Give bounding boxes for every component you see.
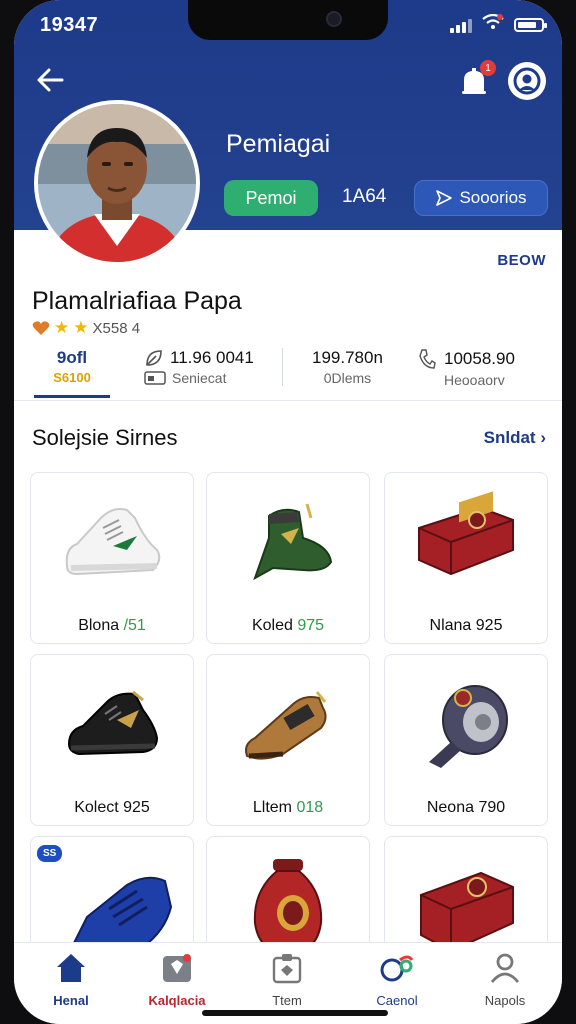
nav-label: Kalqlacia xyxy=(148,993,206,1008)
stat-label: Seniecat xyxy=(172,370,227,386)
signal-icon xyxy=(450,17,472,33)
product-card[interactable]: Lltem 018 xyxy=(206,654,370,826)
product-name: Kolect 925 xyxy=(31,799,193,817)
wifi-icon xyxy=(482,13,504,35)
primary-action-button[interactable]: Pemoi xyxy=(224,180,318,216)
heart-icon xyxy=(32,321,50,335)
product-name-text: Nlana 925 xyxy=(429,617,503,634)
back-button[interactable] xyxy=(32,62,68,98)
header-stat: 1A64 xyxy=(342,186,387,207)
product-tag: SS xyxy=(37,845,63,862)
link-icon xyxy=(352,951,442,985)
product-name: Koled 975 xyxy=(207,617,369,635)
green-boot-icon xyxy=(207,473,369,603)
nav-item-home[interactable]: Henal xyxy=(26,951,116,1008)
stat-item: 199.780n 0Dlems xyxy=(312,348,383,386)
product-name: Lltem 018 xyxy=(207,799,369,817)
product-card[interactable]: Koled 975 xyxy=(206,472,370,644)
black-boot-icon xyxy=(31,655,193,785)
screen: 19347 1 Pemiagai Pemoi 1A64 Sooorios BEO… xyxy=(14,0,562,1024)
nav-label: Henal xyxy=(53,993,89,1008)
star-icon: ★ xyxy=(54,318,70,337)
nav-label: Caenol xyxy=(376,993,418,1008)
home-indicator xyxy=(202,1010,388,1016)
product-code: /51 xyxy=(123,617,146,634)
active-tab-indicator xyxy=(34,395,110,398)
phone-icon xyxy=(419,349,436,369)
product-name: Neona 790 xyxy=(385,799,547,817)
share-button[interactable]: Sooorios xyxy=(414,180,548,216)
share-button-label: Sooorios xyxy=(459,188,527,207)
nav-label: Napols xyxy=(484,993,526,1008)
star-icon: ★ xyxy=(73,318,89,337)
stat-value: 9ofl xyxy=(56,348,88,367)
player-photo-icon xyxy=(38,104,196,262)
product-name: Blona /51 xyxy=(31,617,193,635)
product-name: Nlana 925 xyxy=(385,617,547,635)
product-code: 975 xyxy=(297,617,325,634)
below-link[interactable]: BEOW xyxy=(497,252,546,269)
tape-roll-icon xyxy=(385,655,547,785)
product-card[interactable]: Neona 790 xyxy=(384,654,548,826)
status-icons xyxy=(450,13,547,35)
arrow-left-icon xyxy=(37,68,64,92)
notification-badge: 1 xyxy=(480,60,496,76)
product-card[interactable]: Kolect 925 xyxy=(30,654,194,826)
send-icon xyxy=(436,190,453,206)
battery-icon xyxy=(514,17,547,32)
stats-divider xyxy=(282,348,283,386)
rating: ★ ★ X558 4 xyxy=(32,318,140,338)
nav-item-profile[interactable]: Napols xyxy=(460,951,550,1008)
stats-bar: 9ofl S6100 11.96 0041 Seniecat 199.780n … xyxy=(14,340,562,401)
avatar xyxy=(34,100,200,266)
product-name-text: Koled xyxy=(251,617,298,634)
product-name-text: Blona xyxy=(78,617,124,634)
product-name-text: Lltem xyxy=(252,799,297,816)
stats-tab-active[interactable]: 9ofl S6100 xyxy=(34,348,110,385)
chevron-right-icon: › xyxy=(540,428,546,447)
product-name-text: Kolect 925 xyxy=(74,799,150,816)
white-sneaker-icon xyxy=(31,473,193,603)
front-camera xyxy=(326,11,342,27)
stat-label: 0Dlems xyxy=(323,370,372,386)
nav-item-items[interactable]: Ttem xyxy=(242,951,332,1008)
user-circle-icon xyxy=(513,67,541,95)
stat-label: Heooaorv xyxy=(444,372,505,388)
see-all-label: Snldat xyxy=(483,428,536,447)
box-icon xyxy=(242,951,332,985)
nav-item-connect[interactable]: Caenol xyxy=(352,951,442,1008)
bag-icon xyxy=(132,951,222,985)
brown-boot-icon xyxy=(207,655,369,785)
stat-label: S6100 xyxy=(53,370,91,385)
card-icon xyxy=(144,371,166,385)
product-name-text: Neona 790 xyxy=(426,799,506,816)
stat-value: 199.780n xyxy=(312,348,383,367)
account-button[interactable] xyxy=(508,62,546,100)
camera-notch xyxy=(188,0,388,40)
stat-item: 10058.90 Heooaorv xyxy=(418,348,515,388)
section-title: Solejsie Sirnes xyxy=(32,425,178,450)
header-title: Pemiagai xyxy=(226,130,331,158)
home-icon xyxy=(26,951,116,985)
status-time: 19347 xyxy=(40,14,99,36)
rating-text: X558 4 xyxy=(92,319,141,337)
product-card[interactable]: Blona /51 xyxy=(30,472,194,644)
user-icon xyxy=(460,951,550,985)
stat-item: 11.96 0041 Seniecat xyxy=(144,348,254,386)
red-case-icon xyxy=(385,473,547,603)
stat-value: 10058.90 xyxy=(444,349,515,368)
phone-frame: 19347 1 Pemiagai Pemoi 1A64 Sooorios BEO… xyxy=(0,0,576,1024)
nav-item-bag[interactable]: Kalqlacia xyxy=(132,951,222,1008)
profile-name: Plamalriafiaa Papa xyxy=(32,287,242,315)
leaf-icon xyxy=(146,350,162,366)
product-code: 018 xyxy=(296,799,324,816)
stat-value: 11.96 0041 xyxy=(170,348,254,367)
see-all-link[interactable]: Snldat › xyxy=(484,428,546,448)
nav-label: Ttem xyxy=(272,993,302,1008)
product-card[interactable]: Nlana 925 xyxy=(384,472,548,644)
